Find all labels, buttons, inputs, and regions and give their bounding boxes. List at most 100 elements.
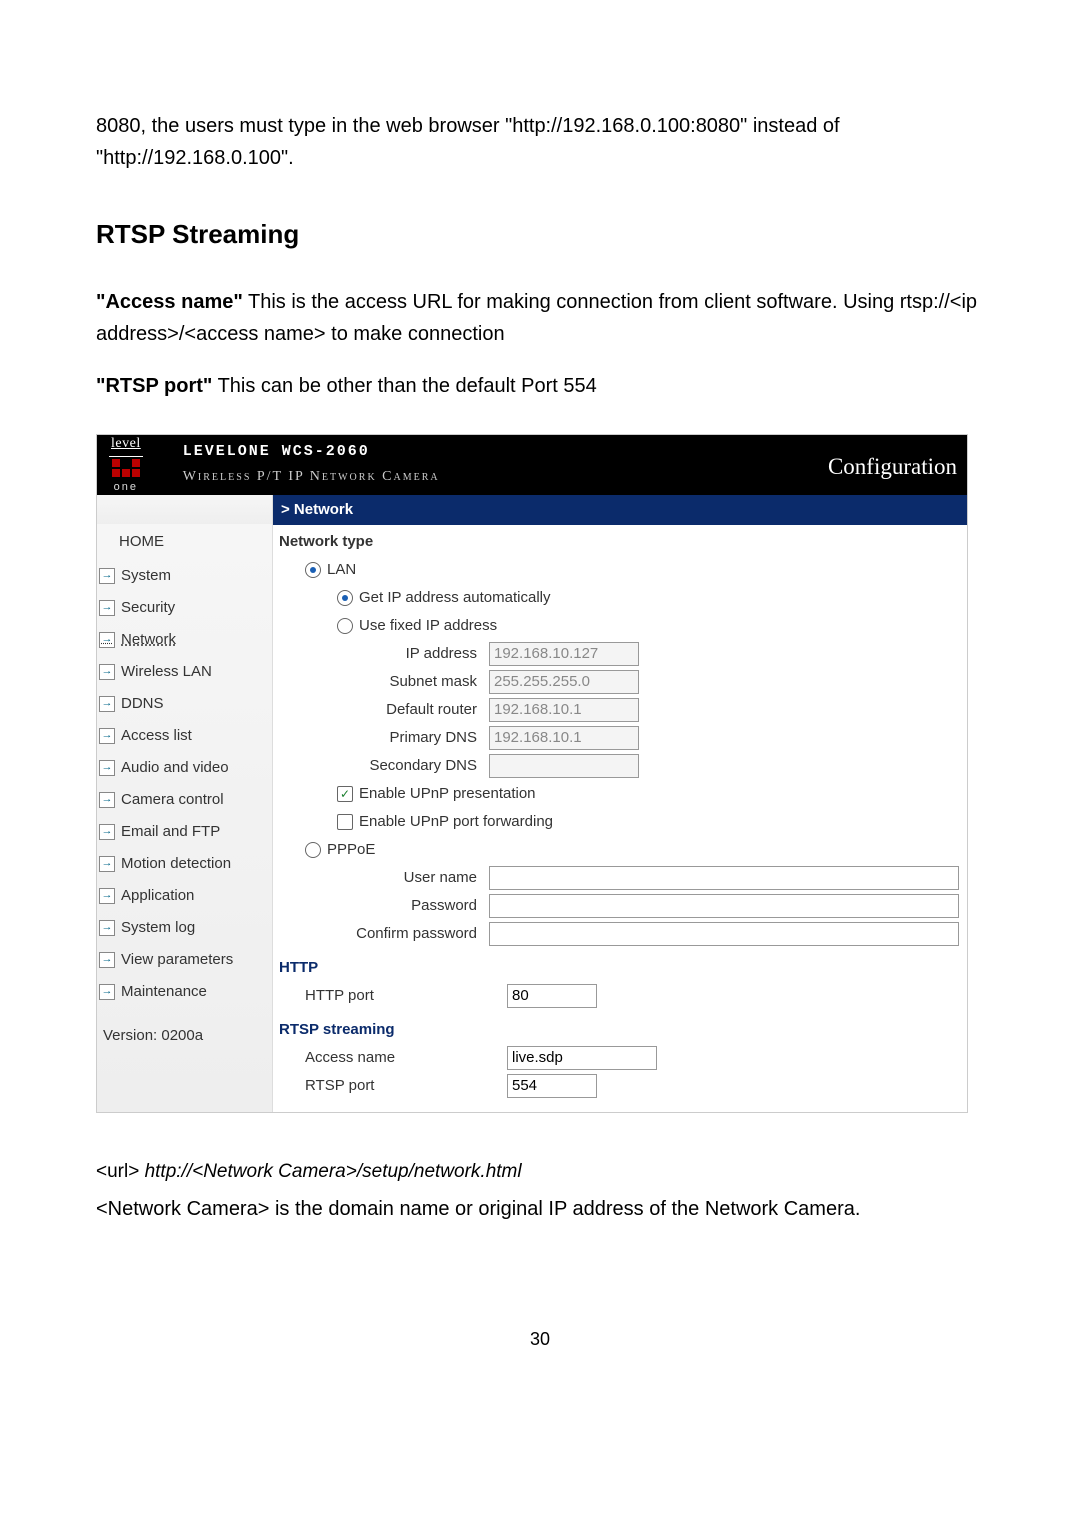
- radio-lan-wrap[interactable]: LAN: [277, 558, 368, 582]
- heading-rtsp-streaming: RTSP Streaming: [96, 214, 984, 256]
- arrow-right-icon: →: [99, 792, 115, 808]
- radio-auto-label: Get IP address automatically: [359, 589, 550, 606]
- input-user-name[interactable]: [489, 866, 959, 890]
- sidebar-item-ddns[interactable]: → DDNS: [97, 688, 272, 720]
- sidebar-item-label: Application: [121, 884, 194, 908]
- breadcrumb: > Network: [273, 495, 967, 525]
- sidebar-item-system[interactable]: → System: [97, 560, 272, 592]
- sidebar-item-system-log[interactable]: →System log: [97, 912, 272, 944]
- label-rtsp-port-rest: This can be other than the default Port …: [212, 375, 596, 397]
- checkbox-upnp-presentation-label: Enable UPnP presentation: [359, 785, 536, 802]
- checkbox-upnp-portfwd-wrap[interactable]: Enable UPnP port forwarding: [277, 810, 565, 834]
- arrow-right-icon: →: [99, 856, 115, 872]
- header-configuration-link[interactable]: Configuration: [828, 449, 957, 486]
- arrow-right-icon: →: [99, 632, 115, 648]
- arrow-right-icon: →: [99, 696, 115, 712]
- sidebar-item-label: Access list: [121, 724, 192, 748]
- input-secondary-dns[interactable]: [489, 754, 639, 778]
- section-network-type: Network type: [277, 524, 961, 554]
- section-http: HTTP: [277, 950, 961, 980]
- label-password: Password: [277, 894, 489, 918]
- network-config-screenshot: level one LEVELONE WCS-2060 Wireless P/T…: [96, 434, 968, 1113]
- arrow-right-icon: →: [99, 952, 115, 968]
- label-http-port: HTTP port: [277, 984, 507, 1008]
- checkbox-upnp-presentation-wrap[interactable]: Enable UPnP presentation: [277, 782, 548, 806]
- sidebar-item-email-ftp[interactable]: → Email and FTP: [97, 816, 272, 848]
- radio-icon: [305, 842, 321, 858]
- label-primary-dns: Primary DNS: [277, 726, 489, 750]
- radio-auto-wrap[interactable]: Get IP address automatically: [277, 586, 562, 610]
- radio-fixed-label: Use fixed IP address: [359, 617, 497, 634]
- sidebar-item-label: Wireless LAN: [121, 660, 212, 684]
- arrow-right-icon: →: [99, 728, 115, 744]
- input-rtsp-port[interactable]: [507, 1074, 597, 1098]
- sidebar-item-network[interactable]: →Network: [97, 624, 272, 656]
- radio-pppoe-wrap[interactable]: PPPoE: [277, 838, 387, 862]
- intro-paragraph: 8080, the users must type in the web bro…: [96, 110, 984, 174]
- sidebar-item-label: DDNS: [121, 692, 164, 716]
- checkbox-icon: [337, 786, 353, 802]
- radio-icon: [337, 618, 353, 634]
- sidebar-item-audio-video[interactable]: →Audio and video: [97, 752, 272, 784]
- sidebar-item-label: System log: [121, 916, 195, 940]
- sidebar-item-application[interactable]: → Application: [97, 880, 272, 912]
- label-access-name-field: Access name: [277, 1046, 507, 1070]
- label-user-name: User name: [277, 866, 489, 890]
- header-product-subtitle: Wireless P/T IP Network Camera: [183, 466, 440, 488]
- sidebar-item-label: Email and FTP: [121, 820, 220, 844]
- radio-pppoe-label: PPPoE: [327, 841, 375, 858]
- label-access-name-bold: "Access name": [96, 291, 243, 313]
- url-italic: http://<Network Camera>/setup/network.ht…: [139, 1161, 521, 1182]
- url-line: <url> http://<Network Camera>/setup/netw…: [96, 1157, 984, 1187]
- radio-lan-label: LAN: [327, 561, 356, 578]
- input-access-name[interactable]: [507, 1046, 657, 1070]
- sidebar-item-label: Maintenance: [121, 980, 207, 1004]
- page-number: 30: [96, 1325, 984, 1354]
- sidebar-item-home[interactable]: HOME: [97, 524, 272, 560]
- label-default-router: Default router: [277, 698, 489, 722]
- label-confirm-password: Confirm password: [277, 922, 489, 946]
- label-secondary-dns: Secondary DNS: [277, 754, 489, 778]
- sidebar-item-label: System: [121, 564, 171, 588]
- arrow-right-icon: →: [99, 600, 115, 616]
- sidebar-item-motion-detection[interactable]: → Motion detection: [97, 848, 272, 880]
- input-ip-address[interactable]: [489, 642, 639, 666]
- url-label: <url>: [96, 1161, 139, 1182]
- input-subnet-mask[interactable]: [489, 670, 639, 694]
- url-desc: <Network Camera> is the domain name or o…: [96, 1193, 984, 1225]
- main-content: Network type LAN Get IP address automati…: [273, 524, 967, 1112]
- radio-fixed-wrap[interactable]: Use fixed IP address: [277, 614, 509, 638]
- label-rtsp-port-bold: "RTSP port": [96, 375, 212, 397]
- checkbox-upnp-portfwd-label: Enable UPnP port forwarding: [359, 813, 553, 830]
- logo-grid-icon: [112, 459, 140, 477]
- sidebar-item-label: Motion detection: [121, 852, 231, 876]
- sidebar-item-wireless-lan[interactable]: → Wireless LAN: [97, 656, 272, 688]
- arrow-right-icon: →: [99, 824, 115, 840]
- sidebar-item-label: Security: [121, 596, 175, 620]
- input-confirm-password[interactable]: [489, 922, 959, 946]
- screenshot-header: level one LEVELONE WCS-2060 Wireless P/T…: [97, 435, 967, 495]
- sidebar-item-security[interactable]: → Security: [97, 592, 272, 624]
- arrow-right-icon: →: [99, 984, 115, 1000]
- brand-logo: level one: [109, 433, 143, 496]
- sidebar-nav: HOME → System → Security →Network → Wireles…: [97, 524, 273, 1112]
- sidebar-item-view-parameters[interactable]: →View parameters: [97, 944, 272, 976]
- input-default-router[interactable]: [489, 698, 639, 722]
- paragraph-rtsp-port: "RTSP port" This can be other than the d…: [96, 370, 984, 402]
- sidebar-item-maintenance[interactable]: → Maintenance: [97, 976, 272, 1008]
- arrow-right-icon: →: [99, 568, 115, 584]
- sidebar-item-access-list[interactable]: → Access list: [97, 720, 272, 752]
- logo-text-top: level: [111, 436, 141, 451]
- input-primary-dns[interactable]: [489, 726, 639, 750]
- checkbox-icon: [337, 814, 353, 830]
- sidebar-item-camera-control[interactable]: →Camera control: [97, 784, 272, 816]
- radio-icon: [305, 562, 321, 578]
- header-product-name: LEVELONE WCS-2060: [183, 440, 440, 464]
- input-password[interactable]: [489, 894, 959, 918]
- radio-icon: [337, 590, 353, 606]
- label-rtsp-port-field: RTSP port: [277, 1074, 507, 1098]
- input-http-port[interactable]: [507, 984, 597, 1008]
- section-rtsp-streaming: RTSP streaming: [277, 1012, 961, 1042]
- arrow-right-icon: →: [99, 888, 115, 904]
- arrow-right-icon: →: [99, 664, 115, 680]
